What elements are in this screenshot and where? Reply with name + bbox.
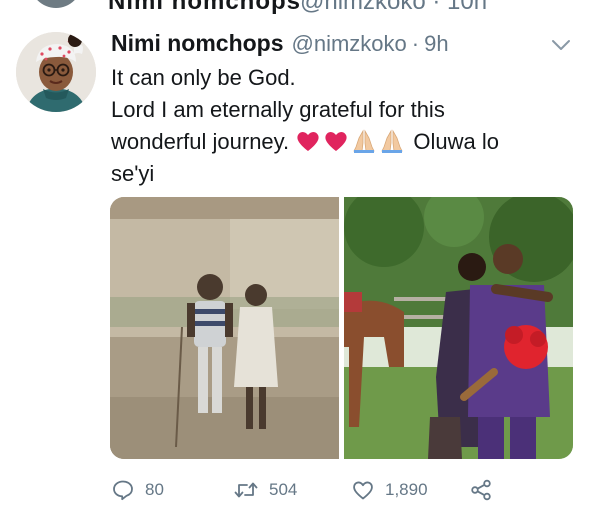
tweet-text-line-3-end: Oluwa lo: [413, 129, 499, 154]
like-button[interactable]: 1,890: [351, 478, 428, 502]
reply-icon: [113, 480, 133, 501]
author-avatar[interactable]: [16, 32, 96, 112]
share-button[interactable]: [469, 478, 493, 502]
tweet-text-line-4: se'yi: [111, 161, 155, 186]
meta-separator: ·: [411, 31, 420, 56]
tweet-timestamp[interactable]: 9h: [424, 31, 448, 57]
heart-outline-icon: [353, 481, 373, 500]
red-heart-icon: [297, 132, 319, 151]
couple-photo-image: [344, 197, 573, 459]
share-icon: [471, 479, 491, 501]
previous-tweet-avatar[interactable]: [30, 0, 82, 8]
tweet-text-line-2: Lord I am eternally grateful for this: [111, 97, 445, 122]
previous-tweet-sliver: Nimi nomchops @nimzkoko · 10h: [0, 0, 590, 22]
cartoon-avatar-image: [16, 32, 96, 112]
author-name[interactable]: Nimi nomchops: [111, 30, 284, 57]
reply-button[interactable]: 80: [111, 478, 164, 502]
chevron-down-icon: [552, 40, 570, 50]
couple-photo[interactable]: [344, 197, 573, 459]
childhood-photo[interactable]: [110, 197, 339, 459]
folded-hands-icon: [353, 129, 375, 153]
tweet-header: Nimi nomchops @nimzkoko · 9h: [111, 30, 449, 60]
previous-tweet-author-name[interactable]: Nimi nomchops: [108, 0, 301, 16]
previous-tweet-meta: @nimzkoko · 10h: [300, 0, 488, 15]
reply-count: 80: [145, 480, 164, 499]
tweet-menu-button[interactable]: [549, 36, 573, 54]
tweet-text-line-3: wonderful journey. Oluwa lo: [111, 126, 576, 158]
tweet-text-line-3-start: wonderful journey.: [111, 129, 290, 154]
tweet[interactable]: Nimi nomchops @nimzkoko · 9h It can only…: [0, 22, 590, 531]
author-handle[interactable]: @nimzkoko: [292, 31, 407, 57]
red-heart-icon: [325, 132, 347, 151]
retweet-button[interactable]: 504: [233, 478, 297, 502]
retweet-icon: [234, 482, 258, 498]
retweet-count: 504: [269, 480, 298, 499]
tweet-text-line-1: It can only be God.: [111, 65, 296, 90]
folded-hands-icon: [381, 129, 403, 153]
tweet-actions: 80 504 1,890: [111, 478, 511, 502]
like-count: 1,890: [385, 480, 428, 499]
tweet-media-grid: [110, 197, 573, 459]
tweet-text: It can only be God. Lord I am eternally …: [111, 62, 576, 190]
childhood-photo-image: [110, 197, 339, 459]
